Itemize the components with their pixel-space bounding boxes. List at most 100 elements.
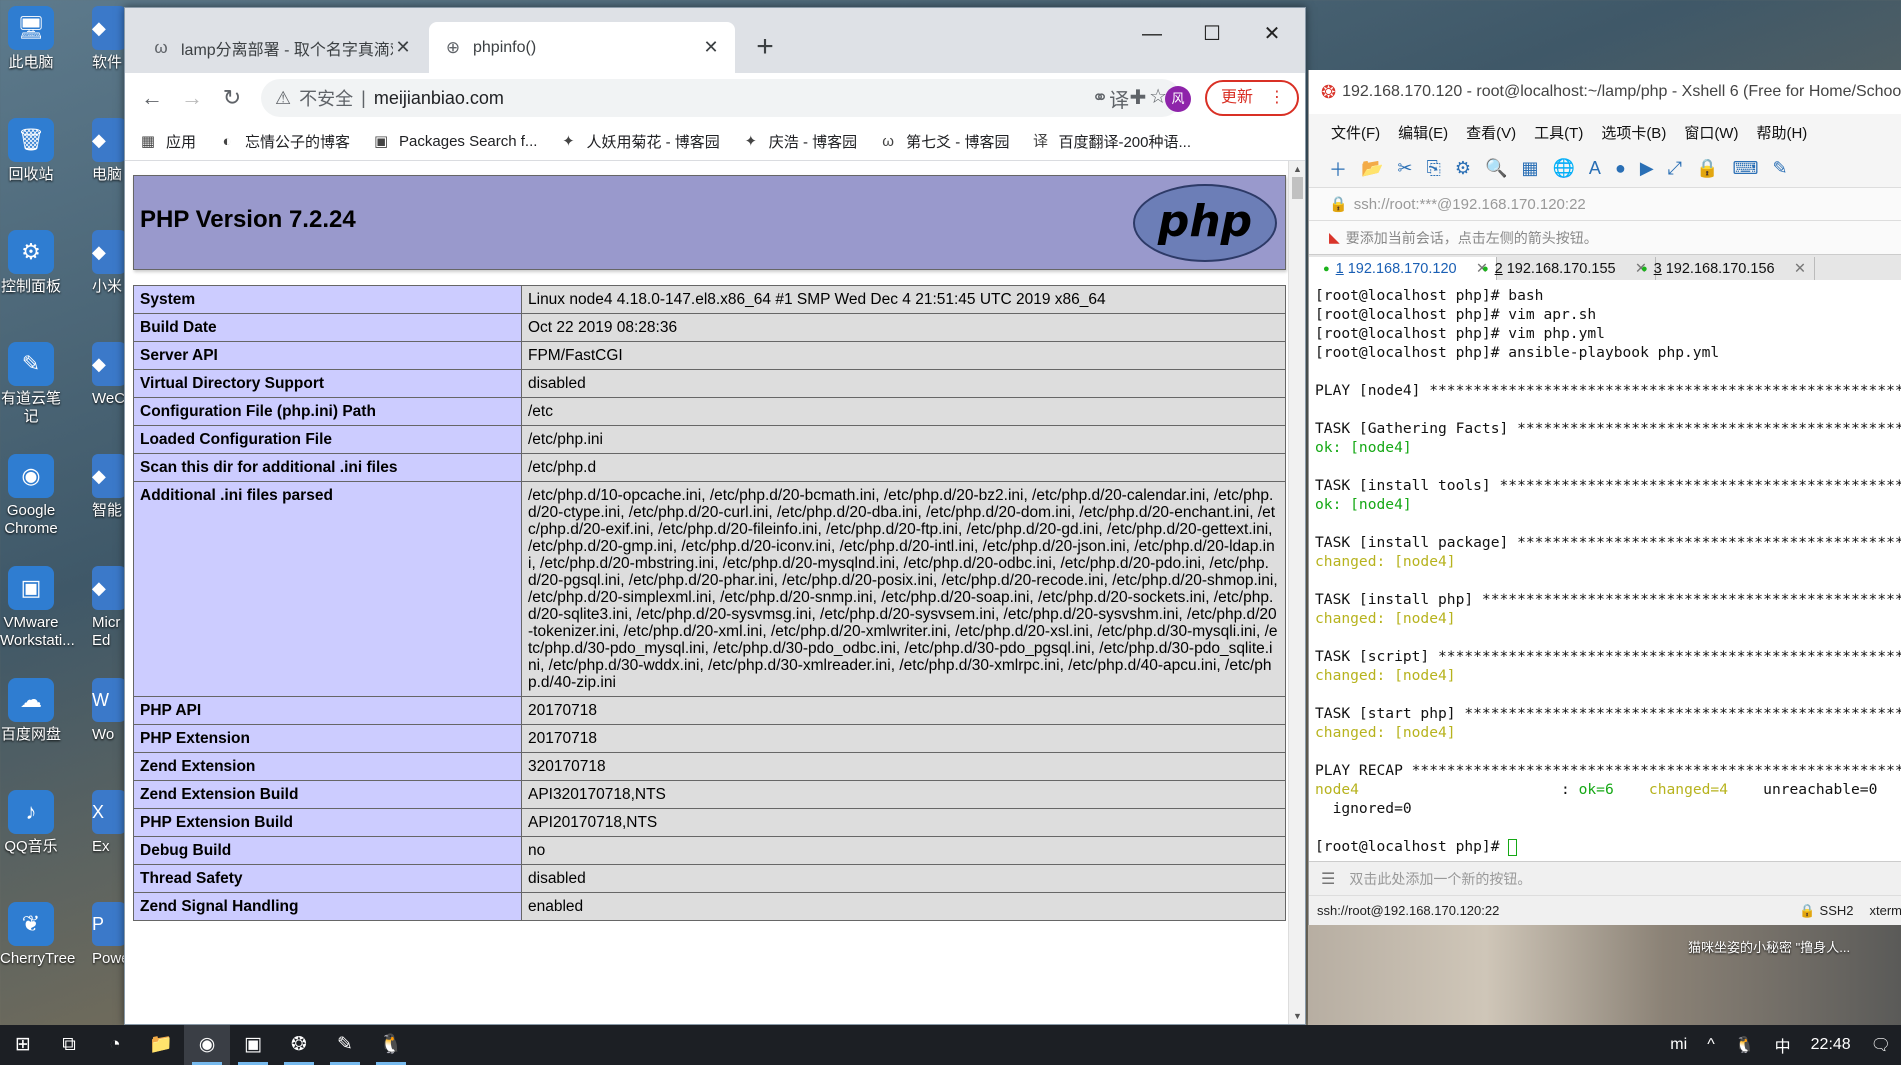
desktop-icon[interactable]: ◉ Google Chrome — [0, 448, 62, 548]
taskbar-qq-icon[interactable]: 🐧 — [368, 1025, 414, 1065]
bookmark-item[interactable]: ◐ 忘情公子的博客 — [218, 131, 350, 152]
start-button[interactable]: ⊞ — [0, 1025, 46, 1065]
desktop-icon[interactable]: P Powe — [92, 896, 124, 996]
extensions-puzzle-icon[interactable]: ✚ — [1121, 81, 1155, 115]
menu-icon[interactable]: ☰ — [1321, 869, 1335, 889]
taskbar-task-view-icon[interactable]: ⧉ — [46, 1025, 92, 1065]
xshell-address[interactable]: ssh://root:***@192.168.170.120:22 — [1354, 196, 1586, 213]
php-logo[interactable]: php — [1133, 184, 1277, 262]
desktop-icon[interactable]: 🖥 此电脑 — [0, 0, 62, 100]
extension-icon[interactable]: ⚭ — [1083, 81, 1117, 115]
bookmark-item[interactable]: ▦ 应用 — [139, 131, 196, 152]
toolbar-icon[interactable]: 🌐 — [1553, 158, 1575, 179]
toolbar-icon[interactable]: ＋ — [1329, 156, 1347, 182]
bookmark-item[interactable]: ✦ 人妖用菊花 - 博客园 — [559, 131, 720, 152]
new-tab-button[interactable]: + — [747, 30, 783, 66]
session-tab[interactable]: ● 3 192.168.170.156 ✕ — [1627, 257, 1815, 281]
desktop-icon[interactable]: ▣ VMware Workstati... — [0, 560, 75, 660]
bookmark-item[interactable]: ω 第七爻 - 博客园 — [879, 131, 1009, 152]
toolbar-icon[interactable]: ⌨ — [1732, 158, 1758, 179]
taskbar-chrome-icon[interactable]: ◉ — [184, 1025, 230, 1065]
taskbar-edge-icon[interactable]: ◔ — [92, 1025, 138, 1065]
desktop-icon[interactable]: ♪ QQ音乐 — [0, 784, 62, 884]
menu-item[interactable]: 窗口(W) — [1684, 122, 1738, 143]
minimize-button[interactable]: — — [1123, 16, 1181, 52]
toolbar-icon[interactable]: A — [1589, 158, 1601, 179]
desktop-icon[interactable]: X Ex — [92, 784, 124, 884]
desktop-icon[interactable]: ☁ 百度网盘 — [0, 672, 62, 772]
tab-number: 3 — [1653, 261, 1662, 277]
reload-button[interactable]: ↻ — [215, 81, 249, 115]
recap-ignored: ignored=0 — [1315, 800, 1412, 817]
bookmark-item[interactable]: ▣ Packages Search f... — [372, 133, 538, 151]
bookmark-item[interactable]: 译百度翻译-200种语... — [1031, 131, 1191, 152]
taskbar-youdao-icon[interactable]: ✎ — [322, 1025, 368, 1065]
xshell-address-bar[interactable]: 🔒 ssh://root:***@192.168.170.120:22 — [1309, 188, 1901, 221]
tray-chevron-icon[interactable]: ^ — [1707, 1036, 1715, 1054]
taskbar-xshell-icon[interactable]: ❂ — [276, 1025, 322, 1065]
bookmark-arrow-icon[interactable]: ◣ — [1329, 229, 1340, 246]
desktop-icon[interactable]: W Wo — [92, 672, 124, 772]
menu-item[interactable]: 选项卡(B) — [1601, 122, 1666, 143]
terminal[interactable]: [root@localhost php]# bash [root@localhos… — [1309, 280, 1901, 861]
app-icon: ◉ — [8, 454, 54, 498]
toolbar-icon[interactable]: 🔒 — [1696, 158, 1718, 179]
close-tab-icon[interactable]: ✕ — [701, 37, 721, 58]
xiaomi-icon[interactable]: mi — [1670, 1036, 1687, 1054]
desktop-icon[interactable]: ✎ 有道云笔记 — [0, 336, 62, 436]
desktop-icon[interactable]: ❦ CherryTree — [0, 896, 75, 996]
toolbar-icon[interactable]: ▦ — [1521, 158, 1538, 179]
toolbar-icon[interactable]: ⚙ — [1455, 158, 1471, 179]
qq-tray-icon[interactable]: 🐧 — [1735, 1035, 1755, 1055]
desktop-icon[interactable]: 🗑 回收站 — [0, 112, 62, 212]
forward-button[interactable]: → — [175, 81, 209, 115]
menu-item[interactable]: 工具(T) — [1534, 122, 1583, 143]
toolbar-icon[interactable]: ✎ — [1772, 158, 1787, 179]
toolbar-icon[interactable]: 📂 — [1361, 158, 1383, 179]
toolbar-icon[interactable]: 🔍 — [1485, 158, 1507, 179]
taskbar-explorer-icon[interactable]: 📁 — [138, 1025, 184, 1065]
terminal-line: TASK [install tools] *******************… — [1315, 477, 1901, 494]
maximize-button[interactable]: ☐ — [1183, 16, 1241, 52]
notification-icon[interactable]: 🗨 — [1871, 1035, 1891, 1055]
menu-item[interactable]: 编辑(E) — [1398, 122, 1448, 143]
desktop-icon[interactable]: ◆ 电脑 — [92, 112, 124, 212]
toolbar-icon[interactable]: ● — [1615, 158, 1626, 179]
close-tab-icon[interactable]: ✕ — [1794, 261, 1806, 277]
clock[interactable]: 22:48 — [1811, 1036, 1851, 1054]
address-bar[interactable]: ⚠ 不安全 | meijianbiao.com 译 ☆ — [261, 79, 1181, 117]
desktop-icon[interactable]: ◆ 智能 — [92, 448, 124, 548]
xshell-title-bar[interactable]: ❂ 192.168.170.120 - root@localhost:~/lam… — [1309, 70, 1901, 114]
close-button[interactable]: ✕ — [1243, 16, 1301, 52]
toolbar-icon[interactable]: ⤢ — [1668, 158, 1682, 179]
quick-command-bar[interactable]: ☰ 双击此处添加一个新的按钮。 — [1309, 861, 1901, 895]
desktop-icon[interactable]: ◆ 软件 — [92, 0, 124, 100]
desktop-icon[interactable]: ⚙ 控制面板 — [0, 224, 62, 324]
scroll-down-icon[interactable]: ▼ — [1289, 1008, 1305, 1024]
terminal-prompt[interactable]: [root@localhost php]# — [1315, 837, 1901, 856]
tab-lamp-blog[interactable]: ω lamp分离部署 - 取个名字真滴难 ✕ — [137, 22, 427, 73]
close-tab-icon[interactable]: ✕ — [393, 37, 413, 58]
toolbar-icon[interactable]: ▶ — [1640, 158, 1654, 179]
ime-indicator[interactable]: 中 — [1775, 1033, 1791, 1057]
menu-item[interactable]: 文件(F) — [1331, 122, 1380, 143]
toolbar-icon[interactable]: ✂ — [1397, 158, 1412, 179]
warning-icon[interactable]: ⚠ — [275, 88, 291, 109]
scroll-thumb[interactable] — [1292, 177, 1303, 199]
scroll-up-icon[interactable]: ▲ — [1289, 161, 1305, 177]
menu-item[interactable]: 帮助(H) — [1756, 122, 1807, 143]
scrollbar[interactable]: ▲ ▼ — [1288, 161, 1305, 1024]
taskbar-vmware-icon[interactable]: ▣ — [230, 1025, 276, 1065]
row-value: /etc — [521, 397, 1286, 426]
desktop-icon[interactable]: ◆ WeC — [92, 336, 124, 436]
menu-item[interactable]: 查看(V) — [1466, 122, 1516, 143]
update-button[interactable]: 更新 ⋮ — [1205, 80, 1299, 116]
url-text[interactable]: meijianbiao.com — [374, 88, 504, 109]
desktop-icon[interactable]: ◆ Micr Ed — [92, 560, 124, 660]
toolbar-icon[interactable]: ⎘ — [1427, 158, 1441, 179]
profile-avatar[interactable]: 风 — [1165, 86, 1191, 112]
bookmark-item[interactable]: ✦ 庆浩 - 博客园 — [742, 131, 857, 152]
desktop-icon[interactable]: ◆ 小米 — [92, 224, 124, 324]
tab-phpinfo[interactable]: ⊕ phpinfo() ✕ — [429, 22, 735, 73]
back-button[interactable]: ← — [135, 81, 169, 115]
